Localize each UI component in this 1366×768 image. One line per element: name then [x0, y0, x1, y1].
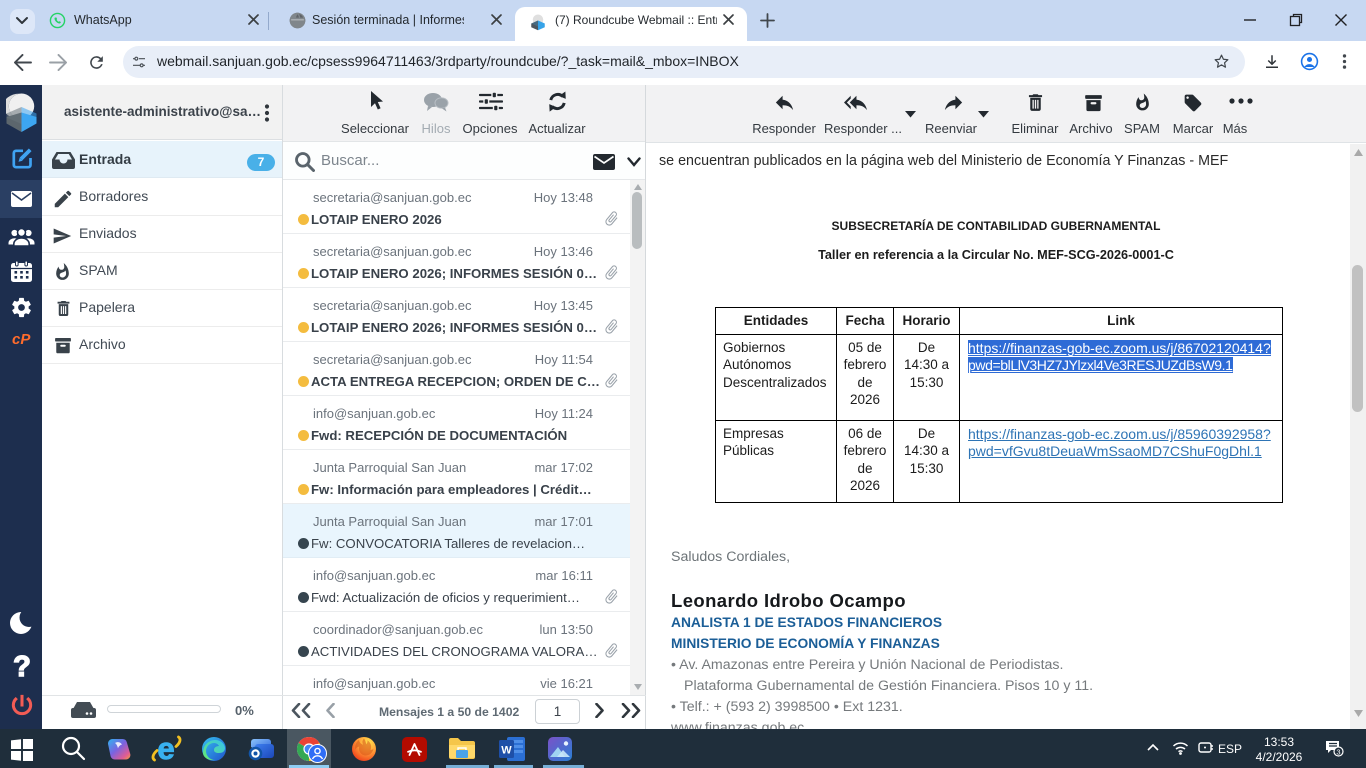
svg-text:?: ? — [13, 651, 31, 683]
svg-text:3: 3 — [1336, 748, 1340, 757]
svg-text:W: W — [501, 745, 512, 757]
svg-text:e: e — [157, 733, 174, 765]
